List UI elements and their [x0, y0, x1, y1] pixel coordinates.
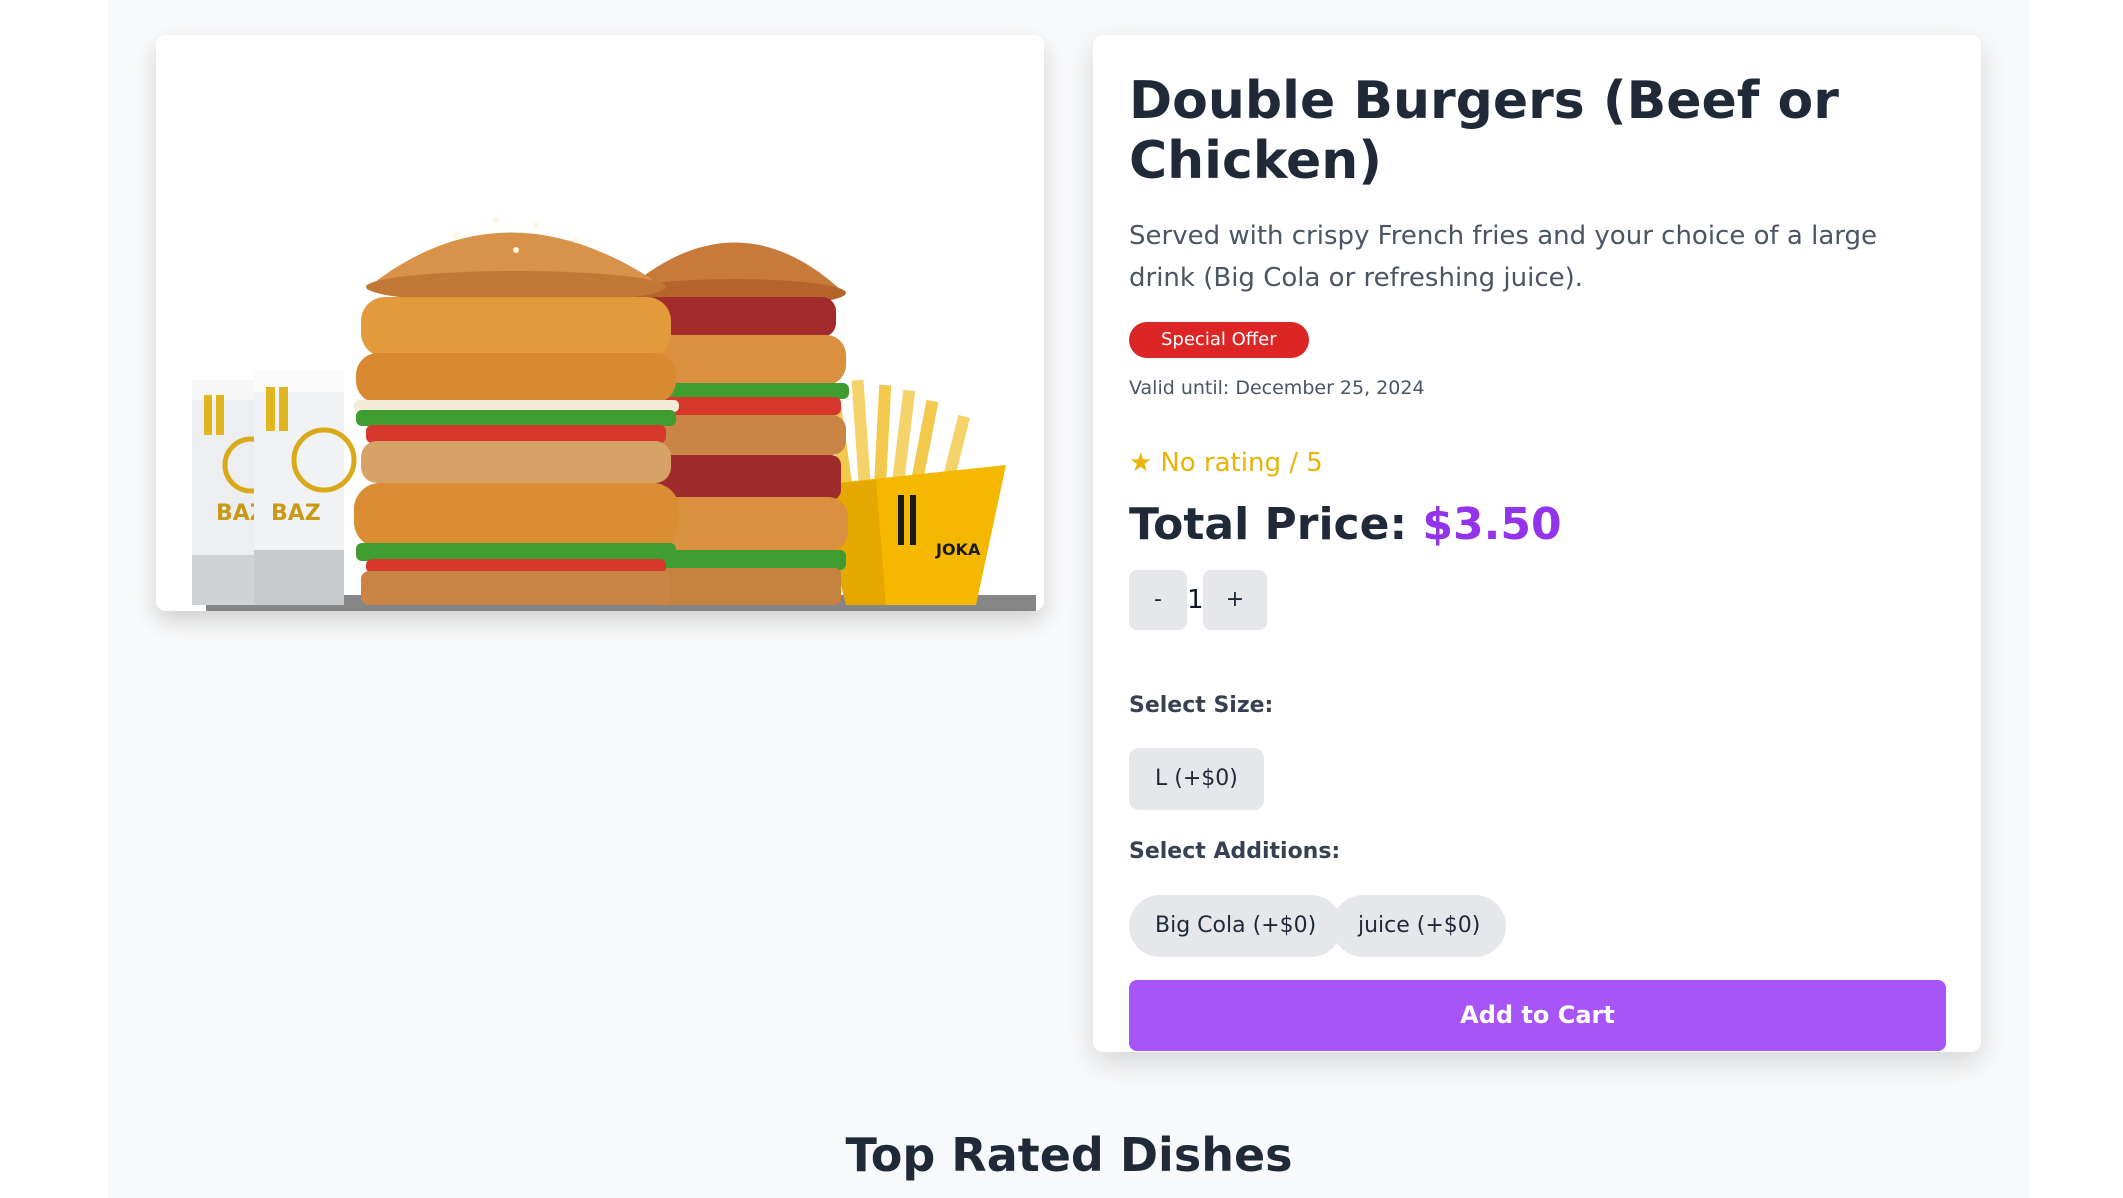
total-price: Total Price: $3.50 [1129, 495, 1562, 555]
decrease-quantity-button[interactable]: - [1129, 570, 1187, 630]
size-option-l[interactable]: L (+$0) [1129, 748, 1264, 810]
product-description: Served with crispy French fries and your… [1129, 221, 1878, 293]
increase-quantity-button[interactable]: + [1203, 570, 1267, 630]
page-background: BAZ BAZ JOKA Double Burgers (Beef or Chi… [108, 0, 2030, 1198]
addition-option-big-cola[interactable]: Big Cola (+$0) [1129, 895, 1343, 957]
svg-text:BAZ: BAZ [271, 501, 321, 526]
svg-text:JOKA: JOKA [935, 540, 981, 559]
product-detail-card: Double Burgers (Beef or Chicken) Served … [1093, 35, 1981, 1052]
select-additions-label: Select Additions: [1129, 839, 1341, 864]
total-price-value: $3.50 [1422, 499, 1562, 550]
rating-text: No rating / 5 [1160, 448, 1323, 478]
product-image-card: BAZ BAZ JOKA [156, 35, 1044, 611]
addition-option-juice[interactable]: juice (+$0) [1332, 895, 1507, 957]
quantity-value: 1 [1187, 585, 1204, 615]
special-offer-badge: Special Offer [1129, 322, 1309, 358]
product-title: Double Burgers (Beef or Chicken) [1129, 71, 1839, 191]
star-icon: ★ [1129, 448, 1153, 478]
add-to-cart-button[interactable]: Add to Cart [1129, 980, 1946, 1051]
total-price-label: Total Price: [1129, 499, 1408, 550]
rating: ★ No rating / 5 [1129, 445, 1323, 481]
top-rated-dishes-heading: Top Rated Dishes [845, 1128, 1293, 1182]
valid-until-text: Valid until: December 25, 2024 [1129, 377, 1425, 399]
product-image: BAZ BAZ JOKA [156, 35, 1044, 611]
select-size-label: Select Size: [1129, 693, 1274, 718]
